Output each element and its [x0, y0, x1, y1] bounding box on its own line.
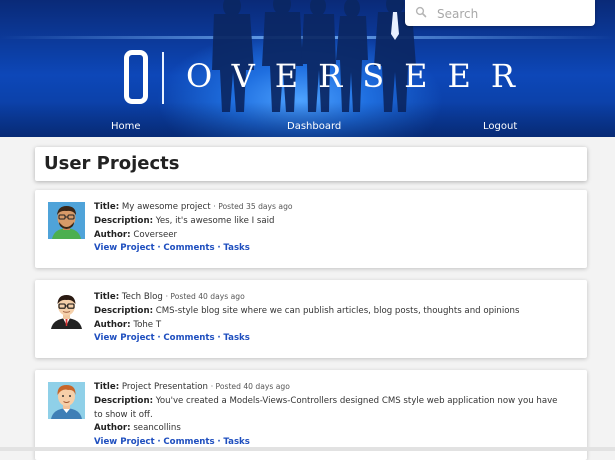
description-label: Description:: [94, 215, 154, 226]
project-description-line: Description: Yes, it's awesome like I sa…: [94, 215, 564, 229]
project-title: My awesome project: [121, 202, 211, 212]
logo-mark: [124, 50, 148, 104]
man-with-glasses-green-shirt-avatar-icon: [48, 202, 85, 239]
page-title-card: User Projects: [35, 147, 587, 181]
project-title-line: Title: Tech Blog · Posted 40 days ago: [94, 290, 564, 305]
link-separator: ·: [157, 243, 161, 254]
tasks-link[interactable]: Tasks: [223, 333, 250, 343]
comments-link[interactable]: Comments: [163, 333, 214, 343]
logo-divider: [162, 52, 164, 104]
description-label: Description:: [94, 395, 154, 406]
nav-dashboard-link[interactable]: Dashboard: [287, 119, 341, 135]
author-label: Author:: [94, 319, 131, 330]
author-label: Author:: [94, 423, 131, 434]
link-separator: ·: [157, 437, 161, 448]
project-info: Title: Tech Blog · Posted 40 days ago De…: [94, 290, 564, 346]
tasks-link[interactable]: Tasks: [223, 243, 250, 253]
project-description: CMS-style blog site where we can publish…: [155, 305, 520, 316]
description-label: Description:: [94, 305, 154, 316]
search-input[interactable]: [435, 2, 589, 26]
project-links: View Project · Comments · Tasks: [94, 332, 564, 346]
project-author: seancollins: [133, 423, 181, 434]
project-description: You've created a Models-Views-Controller…: [94, 395, 558, 420]
project-title: Tech Blog: [121, 292, 163, 302]
link-separator: ·: [157, 333, 161, 344]
project-author-line: Author: Coverseer: [94, 229, 564, 243]
posted-date: · Posted 40 days ago: [210, 382, 290, 391]
tasks-link[interactable]: Tasks: [223, 437, 250, 447]
red-haired-man-avatar-icon: [48, 382, 85, 419]
search-icon: [415, 6, 427, 18]
avatar: [48, 202, 85, 239]
posted-date: · Posted 35 days ago: [213, 202, 293, 211]
page-bottom-divider: [0, 447, 615, 451]
logo-text: OVERSEER: [186, 57, 535, 95]
comments-link[interactable]: Comments: [163, 437, 214, 447]
project-title-line: Title: My awesome project · Posted 35 da…: [94, 200, 564, 215]
comments-link[interactable]: Comments: [163, 243, 214, 253]
nav-logout-link[interactable]: Logout: [483, 119, 517, 135]
project-author-line: Author: Tohe T: [94, 319, 564, 333]
project-links: View Project · Comments · Tasks: [94, 242, 564, 256]
view-project-link[interactable]: View Project: [94, 243, 155, 253]
project-description-line: Description: You've created a Models-Vie…: [94, 395, 564, 423]
link-separator: ·: [217, 437, 221, 448]
title-label: Title:: [94, 382, 120, 392]
project-description-line: Description: CMS-style blog site where w…: [94, 305, 564, 319]
project-author-line: Author: seancollins: [94, 422, 564, 436]
main-nav: Home Dashboard Logout: [0, 119, 615, 135]
project-author: Tohe T: [133, 319, 162, 330]
project-title: Project Presentation: [121, 382, 208, 392]
title-label: Title:: [94, 202, 120, 212]
man-with-glasses-suit-avatar-icon: [48, 292, 85, 329]
link-separator: ·: [217, 333, 221, 344]
link-separator: ·: [217, 243, 221, 254]
avatar: [48, 382, 85, 419]
author-label: Author:: [94, 229, 131, 240]
avatar: [48, 292, 85, 329]
posted-date: · Posted 40 days ago: [165, 292, 245, 301]
nav-home-link[interactable]: Home: [111, 119, 141, 135]
title-label: Title:: [94, 292, 120, 302]
view-project-link[interactable]: View Project: [94, 437, 155, 447]
project-title-line: Title: Project Presentation · Posted 40 …: [94, 380, 564, 395]
page-title: User Projects: [44, 153, 180, 174]
project-author: Coverseer: [133, 229, 178, 240]
project-info: Title: My awesome project · Posted 35 da…: [94, 200, 564, 256]
project-info: Title: Project Presentation · Posted 40 …: [94, 380, 564, 450]
project-card: Title: Tech Blog · Posted 40 days ago De…: [35, 280, 587, 358]
project-description: Yes, it's awesome like I said: [155, 215, 275, 226]
project-card: Title: My awesome project · Posted 35 da…: [35, 190, 587, 268]
view-project-link[interactable]: View Project: [94, 333, 155, 343]
search-box[interactable]: [405, 0, 595, 26]
